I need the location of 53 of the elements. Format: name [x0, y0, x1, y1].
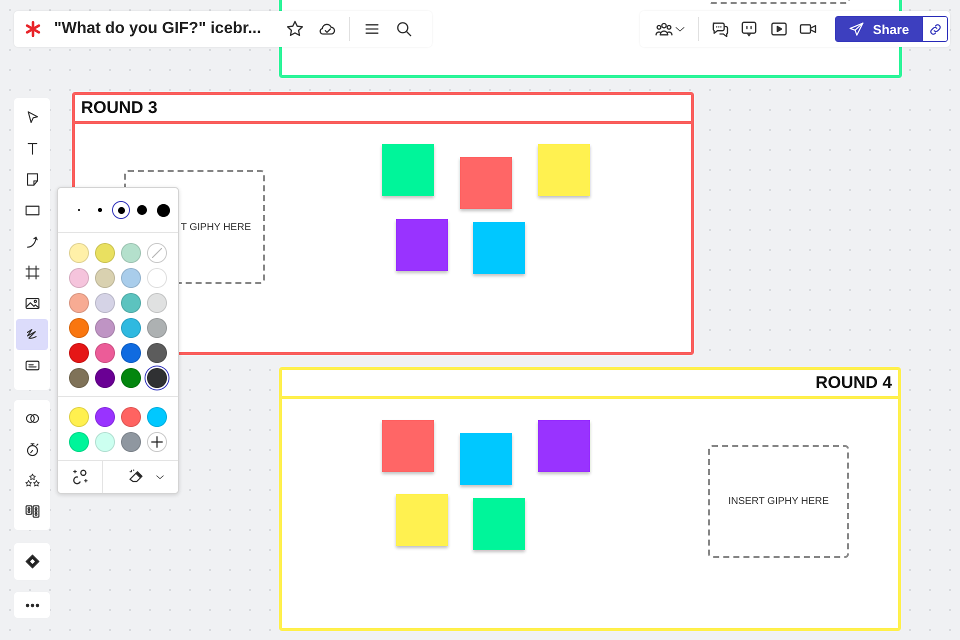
- color-swatch[interactable]: [95, 407, 115, 427]
- link-button[interactable]: [922, 16, 948, 42]
- blocks-icon: [24, 503, 40, 520]
- frame-icon: [24, 264, 40, 281]
- color-swatch[interactable]: [147, 343, 167, 363]
- no-color-swatch[interactable]: [147, 243, 167, 263]
- color-swatch[interactable]: [69, 368, 89, 388]
- color-swatch[interactable]: [69, 243, 89, 263]
- color-swatch[interactable]: [69, 268, 89, 288]
- frame-title: ROUND 4: [815, 373, 892, 393]
- shapes-sparkle-icon[interactable]: [70, 467, 90, 487]
- placeholder-text: INSERT GIPHY HERE: [728, 496, 829, 507]
- color-swatch[interactable]: [147, 293, 167, 313]
- stroke-size-option[interactable]: [112, 201, 130, 219]
- color-swatch[interactable]: [69, 318, 89, 338]
- diamond-icon[interactable]: [24, 553, 40, 570]
- color-swatch[interactable]: [147, 268, 167, 288]
- star-icon[interactable]: [285, 19, 306, 39]
- color-swatch[interactable]: [95, 268, 115, 288]
- quote-icon[interactable]: [739, 19, 760, 39]
- color-swatch[interactable]: [121, 368, 141, 388]
- tool-button[interactable]: [16, 319, 48, 350]
- color-swatch[interactable]: [121, 293, 141, 313]
- color-swatch[interactable]: [95, 318, 115, 338]
- logo-icon[interactable]: [24, 20, 42, 38]
- color-swatch[interactable]: [69, 432, 89, 452]
- color-swatch[interactable]: [147, 368, 167, 388]
- share-button[interactable]: Share: [834, 16, 922, 42]
- paper-plane-icon: [848, 20, 865, 38]
- color-swatch[interactable]: [69, 343, 89, 363]
- color-swatch[interactable]: [95, 368, 115, 388]
- color-swatch[interactable]: [69, 293, 89, 313]
- link-icon: [928, 22, 943, 36]
- color-swatch[interactable]: [95, 293, 115, 313]
- color-swatch[interactable]: [95, 243, 115, 263]
- search-icon[interactable]: [394, 19, 414, 39]
- color-swatch[interactable]: [121, 243, 141, 263]
- color-swatch[interactable]: [121, 268, 141, 288]
- color-swatch[interactable]: [95, 432, 115, 452]
- color-swatch[interactable]: [69, 407, 89, 427]
- stars-icon: [24, 472, 40, 489]
- placeholder-text: T GIPHY HERE: [180, 222, 251, 232]
- image-icon: [24, 295, 40, 312]
- frame-title: ROUND 3: [81, 98, 158, 118]
- color-swatch[interactable]: [121, 407, 141, 427]
- color-swatch[interactable]: [121, 432, 141, 452]
- color-swatch[interactable]: [147, 407, 167, 427]
- add-color-button[interactable]: [147, 432, 167, 452]
- color-swatch[interactable]: [121, 343, 141, 363]
- color-swatch[interactable]: [147, 318, 167, 338]
- color-swatch[interactable]: [121, 318, 141, 338]
- board-title: "What do you GIF?" icebr...: [54, 20, 262, 38]
- color-swatch[interactable]: [95, 343, 115, 363]
